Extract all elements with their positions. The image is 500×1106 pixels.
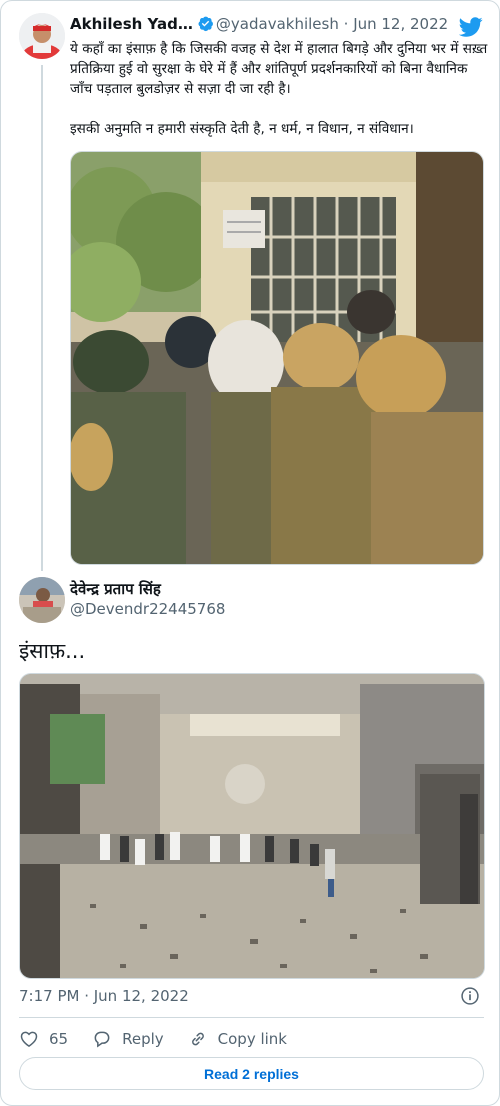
- heart-icon: [19, 1029, 49, 1049]
- author-name[interactable]: Akhilesh Yad…: [70, 15, 193, 33]
- reply-header: देवेन्द्र प्रताप सिंह @Devendr22445768: [70, 579, 470, 619]
- reply-author-name[interactable]: देवेन्द्र प्रताप सिंह: [70, 580, 161, 598]
- tweet-paragraph-2: इसकी अनुमति न हमारी संस्कृति देती है, न …: [70, 121, 414, 137]
- reply-author-avatar[interactable]: [19, 577, 65, 623]
- reply-photo[interactable]: [19, 673, 485, 979]
- tweet-actions: 65 Reply Copy link: [19, 1027, 311, 1051]
- read-replies-button[interactable]: Read 2 replies: [19, 1057, 484, 1090]
- twitter-bird-icon[interactable]: [459, 15, 483, 39]
- embedded-tweet-card: Akhilesh Yad… @yadavakhilesh · Jun 12, 20…: [0, 0, 500, 1106]
- reply-body: इंसाफ़...: [19, 639, 86, 663]
- like-count: 65: [49, 1030, 69, 1048]
- tweet-header: Akhilesh Yad… @yadavakhilesh · Jun 12, 20…: [70, 15, 475, 37]
- tweet-timestamp[interactable]: 7:17 PM · Jun 12, 2022: [19, 987, 189, 1005]
- author-handle[interactable]: @yadavakhilesh: [216, 15, 339, 33]
- reply-button[interactable]: Reply: [92, 1029, 164, 1049]
- like-button[interactable]: 65: [19, 1029, 68, 1049]
- reply-author-handle[interactable]: @Devendr22445768: [70, 599, 470, 619]
- tweet-body: ये कहाँ का इंसाफ़ है कि जिसकी वजह से देश…: [70, 39, 488, 159]
- header-separator: ·: [343, 15, 349, 33]
- copy-link-label: Copy link: [217, 1030, 287, 1048]
- link-icon: [188, 1029, 218, 1049]
- verified-badge-icon: [197, 15, 214, 32]
- tweet-date[interactable]: Jun 12, 2022: [353, 15, 448, 33]
- read-replies-label: Read 2 replies: [204, 1065, 299, 1082]
- tweet-photo[interactable]: [70, 151, 484, 565]
- author-avatar[interactable]: [19, 13, 65, 59]
- action-divider: [19, 1017, 484, 1018]
- reply-bubble-icon: [92, 1029, 122, 1049]
- tweet-paragraph-1: ये कहाँ का इंसाफ़ है कि जिसकी वजह से देश…: [70, 41, 488, 97]
- reply-label: Reply: [122, 1030, 164, 1048]
- thread-connector-line: [41, 65, 43, 571]
- info-icon[interactable]: [460, 986, 480, 1006]
- copy-link-button[interactable]: Copy link: [188, 1029, 287, 1049]
